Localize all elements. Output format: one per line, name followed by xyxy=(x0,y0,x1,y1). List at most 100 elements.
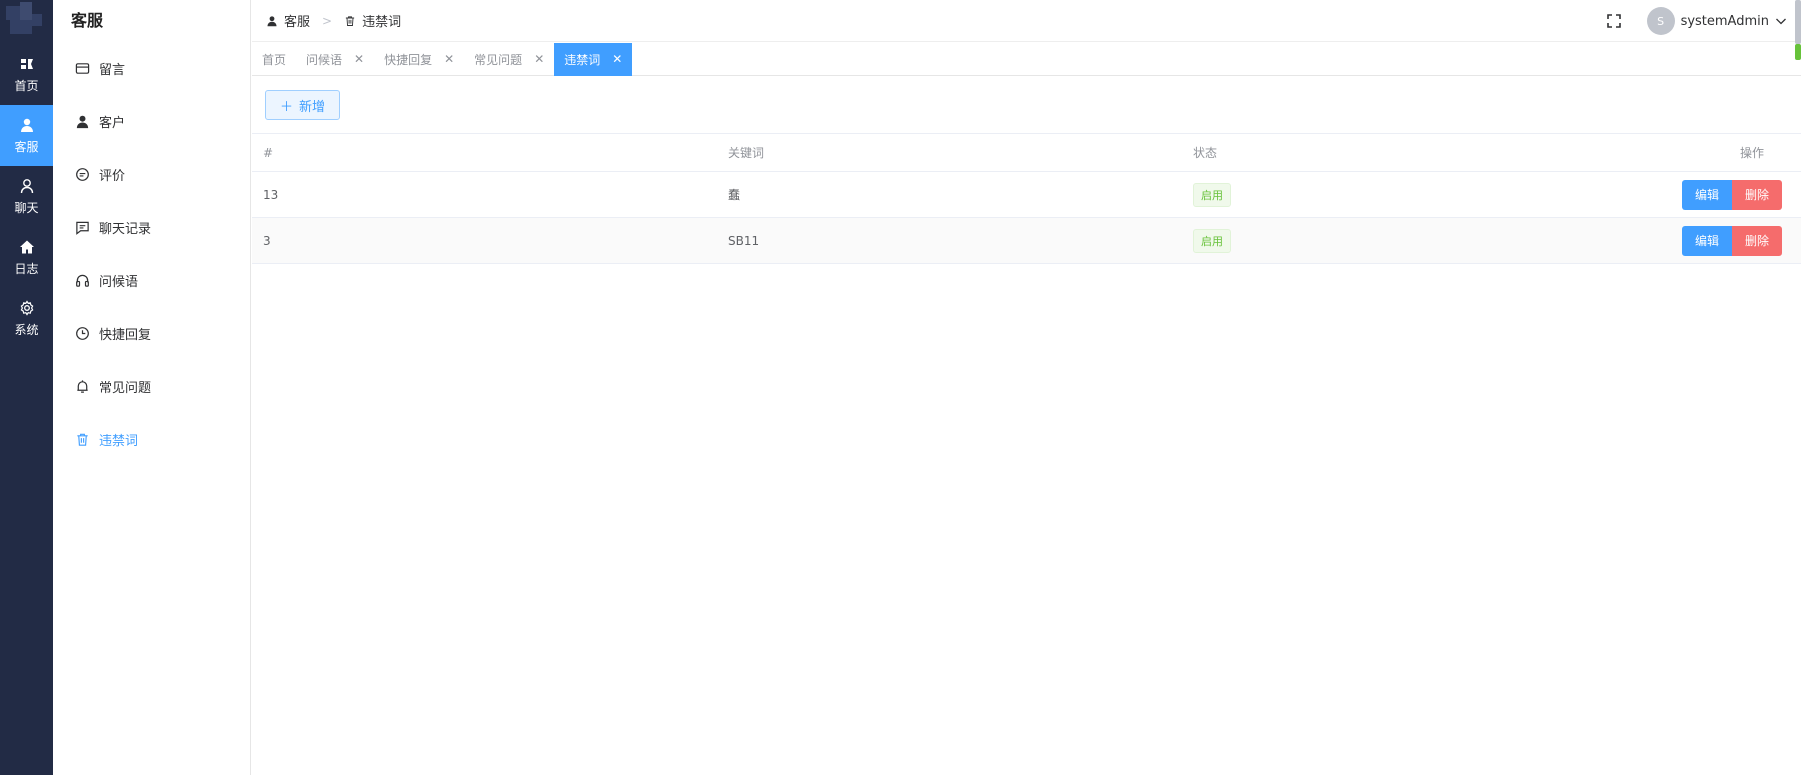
sidebar-item-banned-words[interactable]: 违禁词 xyxy=(53,413,250,466)
cell-id: 3 xyxy=(263,233,271,248)
close-icon[interactable]: ✕ xyxy=(444,52,454,66)
sidebar-item-faq[interactable]: 常见问题 xyxy=(53,360,250,413)
rail-item-log[interactable]: 日志 xyxy=(0,227,53,288)
sidebar-item-label: 违禁词 xyxy=(99,434,139,449)
sub-sidebar: 客服 留言 客户 评价 聊天记录 问候语 快捷回复 常见问题 违禁词 xyxy=(53,0,251,775)
rail-item-label: 首页 xyxy=(14,78,39,93)
home-icon xyxy=(19,240,34,253)
tab-greetings[interactable]: 问候语 ✕ xyxy=(296,43,374,76)
icon-rail: 首页 客服 聊天 日志 系统 xyxy=(0,0,53,775)
sidebar-item-label: 问候语 xyxy=(99,275,139,290)
status-badge: 启用 xyxy=(1193,228,1231,253)
user-outline-icon xyxy=(20,178,33,193)
table-row: 3 SB11 启用 编辑 删除 xyxy=(252,217,1801,264)
header-right: S systemAdmin xyxy=(1605,0,1801,60)
rail-item-label: 聊天 xyxy=(14,200,39,215)
chevron-down-icon[interactable] xyxy=(1775,15,1787,27)
app-root: 首页 客服 聊天 日志 系统 客服 留言 客户 评价 聊天记录 问候语 快捷回复… xyxy=(0,0,1801,775)
avatar[interactable]: S xyxy=(1646,7,1675,35)
status-badge: 启用 xyxy=(1193,182,1231,207)
rail-item-service[interactable]: 客服 xyxy=(0,105,53,166)
cell-keyword: 蠢 xyxy=(728,188,741,202)
bell-icon xyxy=(77,380,88,393)
main-content: ＋ 新增 # 关键词 状态 操作 13 蠢 启用 编辑 删除 3 SB11 启用… xyxy=(252,77,1801,775)
close-icon[interactable]: ✕ xyxy=(612,52,622,66)
tab-label: 违禁词 xyxy=(564,52,601,67)
banned-words-table: # 关键词 状态 操作 13 蠢 启用 编辑 删除 3 SB11 启用 编辑 删… xyxy=(252,133,1801,264)
rail-item-system[interactable]: 系统 xyxy=(0,288,53,349)
toolbar: ＋ 新增 xyxy=(252,77,1801,133)
dashboard-icon xyxy=(20,58,33,69)
tab-quick-reply[interactable]: 快捷回复 ✕ xyxy=(374,43,464,76)
sidebar-item-label: 快捷回复 xyxy=(99,328,152,343)
chat-bubble-icon xyxy=(76,168,89,181)
sidebar-item-messages[interactable]: 留言 xyxy=(53,42,250,95)
edit-button[interactable]: 编辑 xyxy=(1681,225,1732,256)
delete-button[interactable]: 删除 xyxy=(1731,225,1782,256)
tab-banned-words[interactable]: 违禁词 ✕ xyxy=(554,42,633,76)
column-header-status: 状态 xyxy=(1193,146,1218,160)
sidebar-item-label: 聊天记录 xyxy=(99,222,152,237)
gear-icon xyxy=(20,299,33,316)
cell-id: 13 xyxy=(263,187,279,202)
rail-item-label: 客服 xyxy=(14,139,39,154)
cell-actions: 编辑 删除 xyxy=(1582,218,1801,264)
clock-icon xyxy=(76,327,89,340)
sidebar-item-label: 评价 xyxy=(99,169,126,184)
sidebar-item-quick-reply[interactable]: 快捷回复 xyxy=(53,307,250,360)
tab-label: 常见问题 xyxy=(474,52,523,67)
username[interactable]: systemAdmin xyxy=(1681,14,1769,29)
top-header: 客服 > 违禁词 S systemAdmin xyxy=(252,0,1801,60)
message-icon xyxy=(76,221,89,235)
plus-icon: ＋ xyxy=(280,99,294,115)
person-icon xyxy=(76,115,89,129)
rail-item-label: 系统 xyxy=(14,322,39,337)
sidebar-item-reviews[interactable]: 评价 xyxy=(53,148,250,201)
headset-icon xyxy=(76,274,89,287)
card-icon xyxy=(75,63,90,74)
delete-button[interactable]: 删除 xyxy=(1731,179,1782,210)
add-button-label: 新增 xyxy=(299,99,326,115)
cell-actions: 编辑 删除 xyxy=(1582,172,1801,218)
rail-item-chat[interactable]: 聊天 xyxy=(0,166,53,227)
person-icon xyxy=(267,15,277,26)
tab-label: 快捷回复 xyxy=(384,52,433,67)
add-button[interactable]: ＋ 新增 xyxy=(265,90,341,120)
trash-icon xyxy=(77,433,88,446)
sidebar-item-greetings[interactable]: 问候语 xyxy=(53,254,250,307)
close-icon[interactable]: ✕ xyxy=(354,52,364,66)
column-header-id: # xyxy=(263,145,274,160)
column-header-keyword: 关键词 xyxy=(728,146,765,160)
rail-item-label: 日志 xyxy=(14,261,39,276)
sidebar-item-label: 常见问题 xyxy=(99,381,152,396)
user-icon xyxy=(20,118,33,132)
fullscreen-icon[interactable] xyxy=(1605,12,1623,30)
tab-label: 首页 xyxy=(262,52,287,67)
sidebar-title: 客服 xyxy=(71,11,104,30)
sidebar-item-label: 客户 xyxy=(99,116,126,131)
edit-button[interactable]: 编辑 xyxy=(1681,179,1732,210)
breadcrumb-item-banned-words: 违禁词 xyxy=(362,15,402,30)
cell-keyword: SB11 xyxy=(728,233,760,248)
cell-status: 启用 xyxy=(1182,172,1582,218)
sidebar-item-chat-records[interactable]: 聊天记录 xyxy=(53,201,250,254)
tab-faq[interactable]: 常见问题 ✕ xyxy=(464,43,554,76)
breadcrumb-item-service[interactable]: 客服 xyxy=(284,11,310,30)
trash-icon xyxy=(345,15,355,26)
close-icon[interactable]: ✕ xyxy=(534,52,544,66)
column-header-actions: 操作 xyxy=(1739,146,1764,160)
cell-status: 启用 xyxy=(1182,218,1582,264)
sidebar-item-label: 留言 xyxy=(99,63,126,78)
sidebar-item-customers[interactable]: 客户 xyxy=(53,95,250,148)
row-actions: 编辑 删除 xyxy=(1681,179,1782,210)
tags-bar: 首页 问候语 ✕ 快捷回复 ✕ 常见问题 ✕ 违禁词 ✕ xyxy=(252,42,1801,76)
tab-home[interactable]: 首页 xyxy=(252,43,296,76)
logo xyxy=(0,0,53,44)
breadcrumb-separator-icon: > xyxy=(322,13,333,28)
row-actions: 编辑 删除 xyxy=(1681,225,1782,256)
tab-label: 问候语 xyxy=(306,52,343,67)
table-header-row: # 关键词 状态 操作 xyxy=(252,133,1801,172)
rail-item-home[interactable]: 首页 xyxy=(0,44,53,105)
table-row: 13 蠢 启用 编辑 删除 xyxy=(252,172,1801,218)
breadcrumb: 客服 > 违禁词 xyxy=(252,11,401,30)
